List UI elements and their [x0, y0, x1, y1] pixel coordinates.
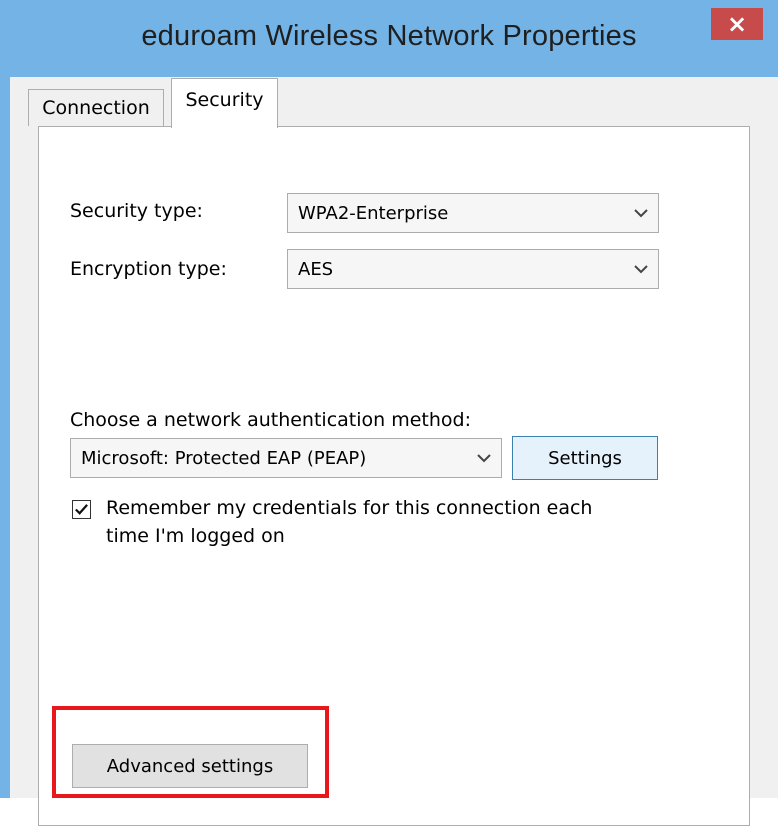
chevron-down-icon	[634, 265, 648, 274]
security-type-value: WPA2-Enterprise	[298, 202, 449, 224]
settings-button[interactable]: Settings	[512, 436, 658, 480]
auth-method-label: Choose a network authentication method:	[70, 409, 472, 431]
auth-method-value: Microsoft: Protected EAP (PEAP)	[81, 447, 367, 469]
remember-credentials-checkbox[interactable]	[72, 500, 91, 519]
encryption-type-value: AES	[298, 258, 334, 280]
advanced-settings-label: Advanced settings	[106, 755, 274, 777]
chevron-down-icon	[477, 454, 491, 463]
dialog-window: eduroam Wireless Network Properties × Co…	[0, 0, 778, 826]
settings-button-label: Settings	[548, 447, 622, 469]
security-type-label: Security type:	[70, 200, 203, 222]
security-content: Security type: WPA2-Enterprise Encryptio…	[0, 0, 778, 798]
encryption-type-dropdown[interactable]: AES	[287, 249, 659, 289]
encryption-type-label: Encryption type:	[70, 258, 227, 280]
checkmark-icon	[75, 504, 88, 515]
remember-line-1: Remember my credentials for this connect…	[106, 497, 593, 519]
security-type-dropdown[interactable]: WPA2-Enterprise	[287, 193, 659, 233]
advanced-settings-button[interactable]: Advanced settings	[72, 744, 308, 788]
auth-method-dropdown[interactable]: Microsoft: Protected EAP (PEAP)	[70, 438, 502, 478]
chevron-down-icon	[634, 209, 648, 218]
remember-line-2: time I'm logged on	[106, 525, 285, 547]
remember-credentials-label[interactable]: Remember my credentials for this connect…	[106, 494, 626, 550]
